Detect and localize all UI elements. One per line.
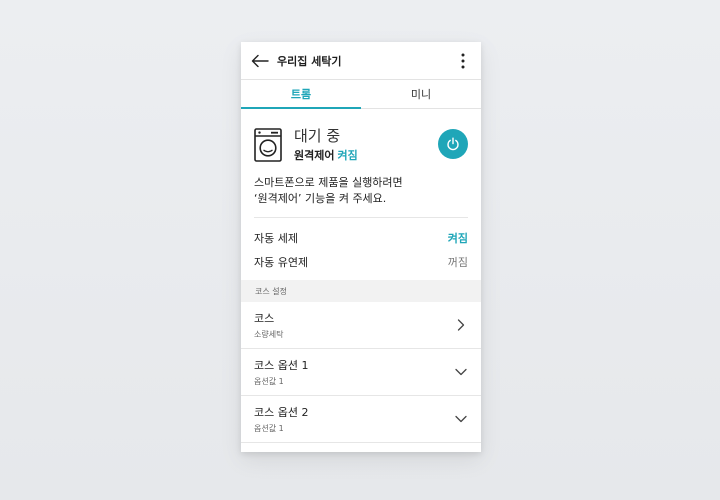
remote-control-notice: 스마트폰으로 제품을 실행하려면 ‘원격제어’ 기능을 켜 주세요. [241,165,481,217]
chevron-down-icon [455,368,467,376]
device-status: 대기 중 원격제어 켜짐 [241,109,481,165]
tab-mini[interactable]: 미니 [361,80,481,108]
course-value: 소량세탁 [254,330,284,339]
notice-line-2: ‘원격제어’ 기능을 켜 주세요. [254,192,387,205]
app-screen: 우리집 세탁기 트롬 미니 대기 중 원격제어 켜짐 스마트폰으로 제품을 실행… [241,42,481,452]
chevron-right-icon [457,319,465,331]
device-tabs: 트롬 미니 [241,80,481,109]
auto-detergent-label: 자동 세제 [254,232,298,245]
notice-line-1: 스마트폰으로 제품을 실행하려면 [254,176,403,189]
page-title: 우리집 세탁기 [277,54,342,68]
status-text: 대기 중 원격제어 켜짐 [294,127,438,163]
app-bar: 우리집 세탁기 [241,42,481,80]
arrow-left-icon [251,54,269,67]
course-option-2-title: 코스 옵션 2 [254,406,309,419]
remote-control-value: 켜짐 [337,148,358,162]
course-option-1-item[interactable]: 코스 옵션 1 옵션값 1 [241,349,481,396]
status-title: 대기 중 [294,126,341,145]
course-title: 코스 [254,312,275,325]
more-vertical-icon [461,53,465,68]
more-options-button[interactable] [453,50,473,72]
tab-trom[interactable]: 트롬 [241,80,361,109]
course-option-2-item[interactable]: 코스 옵션 2 옵션값 1 [241,396,481,443]
auto-softener-label: 자동 유연제 [254,256,309,269]
auto-detergent-toggle[interactable]: 켜짐 [448,230,468,246]
power-icon [447,137,459,150]
remote-control-label: 원격제어 [294,148,335,162]
auto-softener-toggle[interactable]: 꺼짐 [448,254,468,270]
back-button[interactable] [249,50,271,72]
course-option-2-value: 옵션값 1 [254,424,284,433]
auto-detergent-row: 자동 세제 켜짐 [241,226,481,250]
course-option-1-value: 옵션값 1 [254,377,284,386]
remote-control-status: 원격제어 켜짐 [294,147,438,163]
power-button[interactable] [438,128,468,159]
chevron-down-icon [455,415,467,423]
toggle-list: 자동 세제 켜짐 자동 유연제 꺼짐 [241,218,481,274]
course-option-1-title: 코스 옵션 1 [254,359,309,372]
course-item[interactable]: 코스 소량세탁 [241,302,481,349]
auto-softener-row: 자동 유연제 꺼짐 [241,250,481,274]
course-section-header: 코스 설정 [241,280,481,302]
washing-machine-icon [254,127,282,162]
